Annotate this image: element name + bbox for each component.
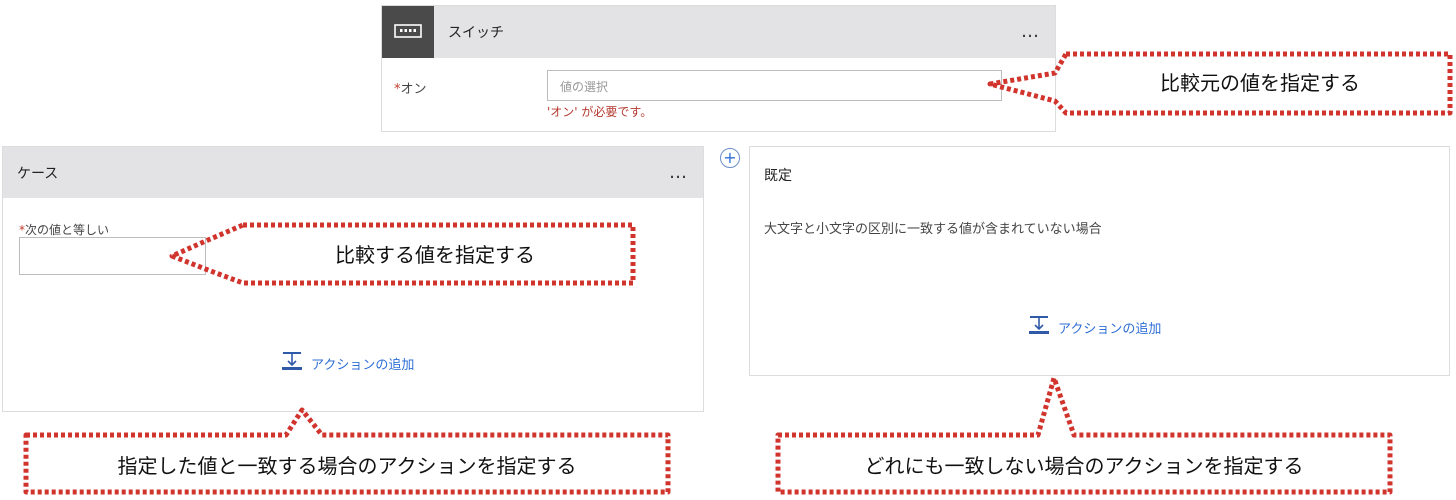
case-add-action-button[interactable]: アクションの追加 <box>281 351 414 375</box>
switch-value-input[interactable]: 値の選択 <box>547 70 1002 101</box>
default-card: 既定 大文字と小文字の区別に一致する値が含まれていない場合 アクションの追加 <box>749 146 1450 376</box>
default-card-title: 既定 <box>764 168 792 184</box>
switch-icon <box>394 23 422 42</box>
switch-error-text: 'オン' が必要です。 <box>547 105 653 119</box>
case-card-title: ケース <box>17 165 59 182</box>
add-action-label: アクションの追加 <box>1058 321 1162 337</box>
add-action-icon <box>1028 315 1050 339</box>
case-card: ケース … *次の値と等しい アクションの追加 <box>2 146 704 412</box>
case-card-header[interactable]: ケース … <box>3 147 703 198</box>
callout-switch-value: 比較元の値を指定する <box>1160 71 1360 95</box>
case-value-input[interactable] <box>19 237 206 275</box>
case-more-icon[interactable]: … <box>669 163 689 182</box>
switch-card-header[interactable]: スイッチ … <box>382 6 1055 58</box>
switch-more-icon[interactable]: … <box>1021 23 1041 41</box>
switch-card-title: スイッチ <box>448 25 504 41</box>
value-placeholder: 値の選択 <box>560 80 609 94</box>
equals-label-text: 次の値と等しい <box>25 223 110 237</box>
default-add-action-button[interactable]: アクションの追加 <box>1028 315 1161 339</box>
switch-card: スイッチ … *オン 値の選択 'オン' が必要です。 <box>381 5 1056 132</box>
callout-case-value: 比較する値を指定する <box>335 243 535 267</box>
add-case-button[interactable]: + <box>720 148 740 168</box>
add-action-label: アクションの追加 <box>311 357 415 373</box>
default-description: 大文字と小文字の区別に一致する値が含まれていない場合 <box>764 222 1102 237</box>
callout-case-action: 指定した値と一致する場合のアクションを指定する <box>117 454 577 478</box>
callout-default-action: どれにも一致しない場合のアクションを指定する <box>864 454 1304 478</box>
plus-icon: + <box>723 148 737 167</box>
add-action-icon <box>281 351 303 375</box>
switch-on-label: *オン <box>394 78 427 97</box>
case-equals-label: *次の値と等しい <box>19 221 109 238</box>
on-label-text: オン <box>400 82 427 97</box>
switch-icon-tile <box>382 6 434 58</box>
